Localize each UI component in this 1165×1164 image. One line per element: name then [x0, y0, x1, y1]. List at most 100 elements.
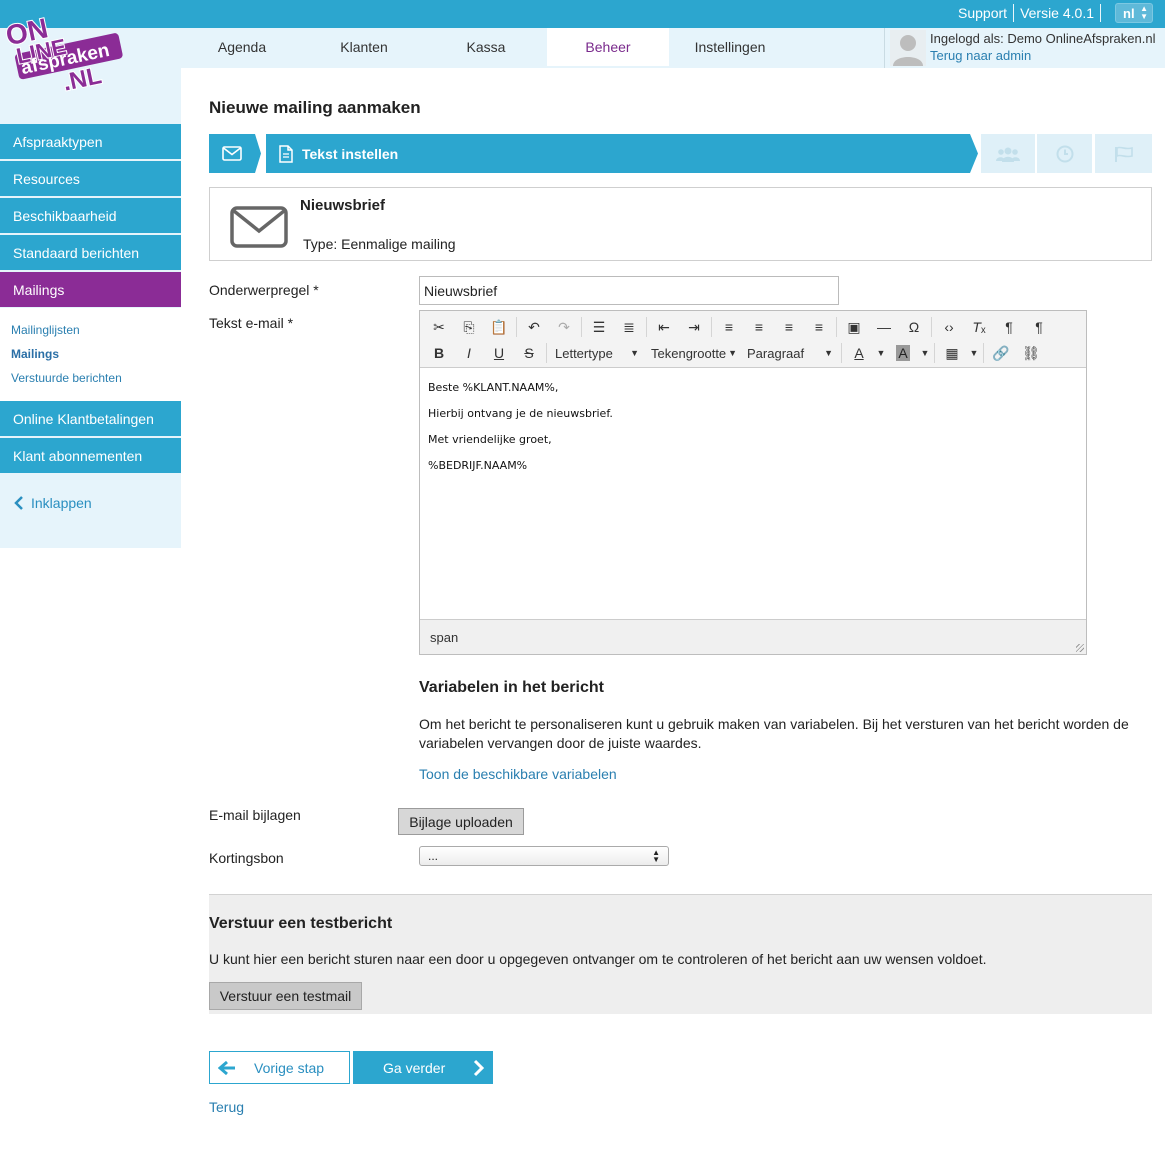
font-dropdown[interactable]: Lettertype ▼	[549, 341, 645, 365]
chevron-right-icon	[473, 1059, 485, 1076]
back-link[interactable]: Terug	[209, 1099, 244, 1115]
collapse-button[interactable]: Inklappen	[13, 495, 92, 511]
rich-text-editor: ✂ ⎘ 📋 ↶ ↷ ☰ ≣ ⇤ ⇥ ≡ ≡ ≡ ≡ ▣ — Ω ‹› Tₓ ¶ …	[419, 310, 1087, 655]
support-link[interactable]: Support	[958, 5, 1007, 21]
divider	[711, 317, 712, 337]
cut-icon[interactable]: ✂	[424, 315, 454, 339]
logo[interactable]: ON LINE afspraken .NL	[2, 4, 124, 98]
show-variables-link[interactable]: Toon de beschikbare variabelen	[419, 766, 617, 782]
format-dropdown[interactable]: Paragraaf ▼	[741, 341, 839, 365]
continue-label: Ga verder	[383, 1059, 446, 1076]
sidebar-item-afspraaktypen[interactable]: Afspraaktypen	[0, 124, 181, 159]
special-char-icon[interactable]: Ω	[899, 315, 929, 339]
divider	[1100, 4, 1101, 22]
tab-beheer[interactable]: Beheer	[547, 28, 669, 66]
sidebar-item-resources[interactable]: Resources	[0, 161, 181, 196]
link-icon[interactable]: 🔗	[986, 341, 1016, 365]
test-heading: Verstuur een testbericht	[209, 915, 393, 932]
divider	[836, 317, 837, 337]
divider	[516, 317, 517, 337]
language-select[interactable]: nl ▲ ▼	[1115, 3, 1153, 23]
sidebar-subitem-mailings[interactable]: Mailings	[11, 347, 59, 361]
step-tekst-instellen: Tekst instellen	[266, 134, 978, 173]
sidebar-subitem-mailinglijsten[interactable]: Mailinglijsten	[11, 323, 80, 337]
table-icon[interactable]: ▦	[937, 341, 967, 365]
paragraph-ltr-icon[interactable]: ¶	[994, 315, 1024, 339]
align-center-icon[interactable]: ≡	[744, 315, 774, 339]
bullet-list-icon[interactable]: ☰	[584, 315, 614, 339]
source-code-icon[interactable]: ‹›	[934, 315, 964, 339]
text-color-icon[interactable]: A	[844, 341, 874, 365]
sidebar-item-beschikbaarheid[interactable]: Beschikbaarheid	[0, 198, 181, 233]
back-to-admin-link[interactable]: Terug naar admin	[930, 48, 1031, 63]
sidebar: Afspraaktypen Resources Beschikbaarheid …	[0, 68, 181, 548]
caret-down-icon: ▼	[824, 348, 833, 358]
editor-line: %BEDRIJF.NAAM%	[428, 459, 528, 472]
resize-handle[interactable]	[1076, 644, 1084, 652]
body-label: Tekst e-mail *	[209, 315, 294, 331]
editor-line: Met vriendelijke groet,	[428, 433, 552, 446]
image-icon[interactable]: ▣	[839, 315, 869, 339]
chevron-left-icon	[14, 496, 23, 510]
sidebar-item-mailings[interactable]: Mailings	[0, 272, 181, 307]
background-color-icon[interactable]: A	[888, 341, 918, 365]
indent-icon[interactable]: ⇥	[679, 315, 709, 339]
divider	[931, 317, 932, 337]
align-left-icon[interactable]: ≡	[714, 315, 744, 339]
underline-icon[interactable]: U	[484, 341, 514, 365]
previous-step-button[interactable]: Vorige stap	[209, 1051, 350, 1084]
redo-icon[interactable]: ↷	[549, 315, 579, 339]
subject-label: Onderwerpregel *	[209, 282, 319, 298]
unlink-icon[interactable]: ⛓	[1016, 341, 1046, 365]
test-description: U kunt hier een bericht sturen naar een …	[209, 951, 987, 967]
outdent-icon[interactable]: ⇤	[649, 315, 679, 339]
numbered-list-icon[interactable]: ≣	[614, 315, 644, 339]
upload-attachment-button[interactable]: Bijlage uploaden	[398, 808, 524, 835]
continue-button[interactable]: Ga verder	[353, 1051, 493, 1084]
sidebar-item-klant-abonnementen[interactable]: Klant abonnementen	[0, 438, 181, 473]
attachments-label: E-mail bijlagen	[209, 807, 301, 823]
copy-icon[interactable]: ⎘	[454, 315, 484, 339]
coupon-select-value: ...	[428, 849, 439, 863]
sidebar-item-standaard-berichten[interactable]: Standaard berichten	[0, 235, 181, 270]
editor-statusbar: span	[420, 619, 1086, 654]
divider	[934, 343, 935, 363]
tab-kassa[interactable]: Kassa	[425, 28, 547, 66]
document-icon	[279, 144, 293, 163]
step-envelope[interactable]	[209, 134, 261, 173]
caret-down-icon[interactable]: ▼	[967, 341, 981, 365]
tab-klanten[interactable]: Klanten	[303, 28, 425, 66]
mailing-card: Nieuwsbrief Type: Eenmalige mailing	[209, 187, 1152, 261]
tab-agenda[interactable]: Agenda	[181, 28, 303, 66]
align-justify-icon[interactable]: ≡	[804, 315, 834, 339]
element-path[interactable]: span	[430, 630, 458, 645]
strikethrough-icon[interactable]: S	[514, 341, 544, 365]
sidebar-subitem-verstuurde-berichten[interactable]: Verstuurde berichten	[11, 371, 122, 385]
horizontal-rule-icon[interactable]: —	[869, 315, 899, 339]
divider	[646, 317, 647, 337]
editor-content[interactable]: Beste %KLANT.NAAM%, Hierbij ontvang je d…	[428, 375, 613, 479]
size-dropdown[interactable]: Tekengrootte ▼	[645, 341, 741, 365]
envelope-icon	[222, 146, 242, 161]
bold-icon[interactable]: B	[424, 341, 454, 365]
step-schedule	[1037, 134, 1092, 173]
clear-format-icon[interactable]: Tₓ	[964, 315, 994, 339]
send-test-mail-button[interactable]: Verstuur een testmail	[209, 982, 362, 1010]
step-recipients	[981, 134, 1035, 173]
subject-input[interactable]: Nieuwsbrief	[419, 276, 839, 305]
top-links: Support Versie 4.0.1 nl ▲ ▼	[958, 3, 1153, 23]
avatar	[890, 30, 926, 66]
align-right-icon[interactable]: ≡	[774, 315, 804, 339]
tab-instellingen[interactable]: Instellingen	[669, 28, 791, 66]
paragraph-rtl-icon[interactable]: ¶	[1024, 315, 1054, 339]
updown-icon: ▲ ▼	[652, 848, 660, 864]
paste-icon[interactable]: 📋	[484, 315, 514, 339]
logged-in-text: Ingelogd als: Demo OnlineAfspraken.nl	[930, 31, 1156, 46]
undo-icon[interactable]: ↶	[519, 315, 549, 339]
main-nav: Agenda Klanten Kassa Beheer Instellingen	[181, 28, 791, 66]
sidebar-item-online-klantbetalingen[interactable]: Online Klantbetalingen	[0, 401, 181, 436]
italic-icon[interactable]: I	[454, 341, 484, 365]
caret-down-icon[interactable]: ▼	[874, 341, 888, 365]
coupon-select[interactable]: ... ▲ ▼	[419, 846, 669, 866]
caret-down-icon[interactable]: ▼	[918, 341, 932, 365]
